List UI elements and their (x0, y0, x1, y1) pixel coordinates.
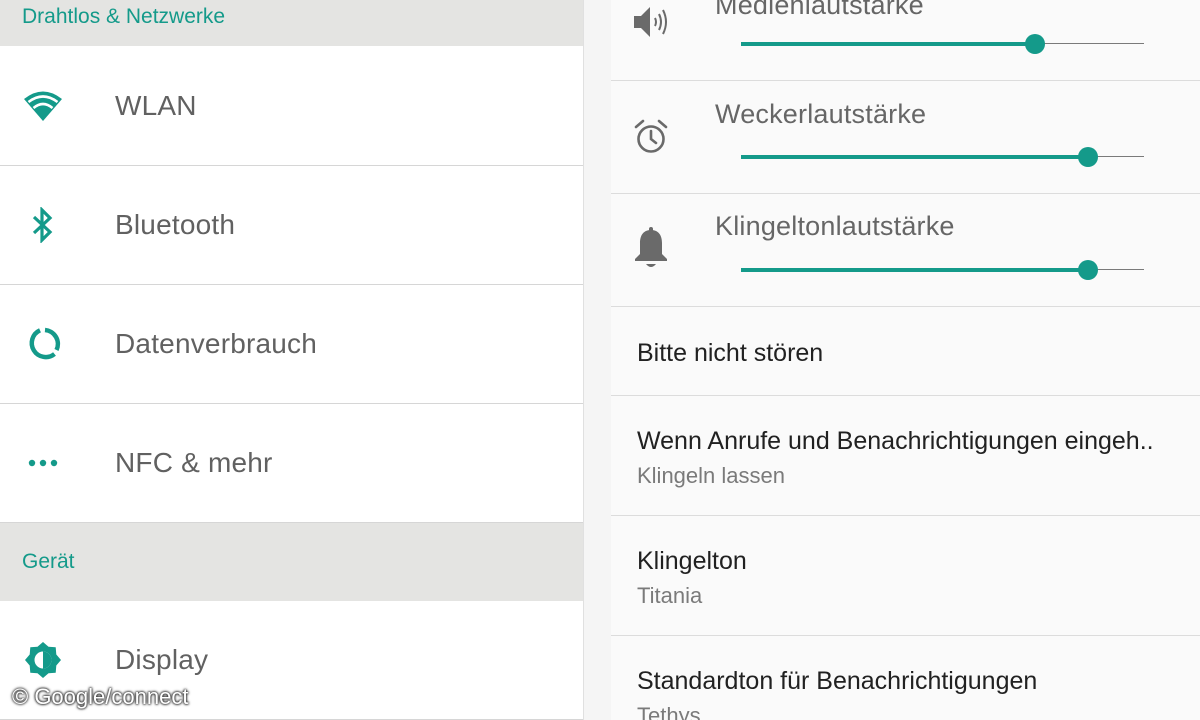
settings-item-bluetooth[interactable]: Bluetooth (0, 166, 583, 285)
section-header-label: Gerät (22, 550, 75, 573)
pref-do-not-disturb[interactable]: Bitte nicht stören (611, 307, 1200, 396)
settings-item-wlan[interactable]: WLAN (0, 47, 583, 166)
settings-item-label: Bluetooth (115, 209, 236, 240)
speaker-icon (629, 0, 673, 44)
sound-settings-pane: Medienlautstärke Weckerlautstärke Klinge… (611, 0, 1200, 720)
settings-list-pane: Drahtlos & Netzwerke WLAN Bluetooth Date… (0, 0, 583, 720)
volume-label: Medienlautstärke (715, 0, 924, 20)
pref-subtitle: Klingeln lassen (637, 463, 785, 488)
section-header-label: Drahtlos & Netzwerke (22, 5, 226, 28)
wifi-icon (22, 85, 64, 127)
slider-fill (741, 268, 1088, 272)
ringtone-volume-slider[interactable] (741, 260, 1144, 280)
slider-fill (741, 42, 1036, 46)
slider-thumb[interactable] (1077, 260, 1098, 280)
pane-divider (583, 0, 612, 720)
bluetooth-icon (22, 204, 64, 246)
data-usage-icon (22, 323, 64, 365)
pref-subtitle: Titania (637, 583, 703, 608)
volume-row-media: Medienlautstärke (611, 0, 1200, 81)
media-volume-slider[interactable] (741, 34, 1144, 54)
slider-thumb[interactable] (1025, 34, 1046, 54)
settings-item-label: Datenverbrauch (115, 328, 318, 359)
volume-row-alarm: Weckerlautstärke (611, 81, 1200, 194)
pref-title: Bitte nicht stören (637, 339, 824, 367)
pref-default-notification-sound[interactable]: Standardton für Benachrichtigungen Tethy… (611, 636, 1200, 720)
volume-row-ringtone: Klingeltonlautstärke (611, 194, 1200, 307)
settings-item-label: WLAN (115, 90, 197, 121)
section-header-device: Gerät (0, 523, 583, 601)
pref-ringtone[interactable]: Klingelton Titania (611, 516, 1200, 636)
pref-calls-notifications[interactable]: Wenn Anrufe und Benachrichtigungen einge… (611, 396, 1200, 516)
bell-icon (629, 226, 673, 270)
pref-title: Klingelton (637, 547, 747, 575)
brightness-icon (22, 639, 64, 681)
settings-item-nfc-more[interactable]: NFC & mehr (0, 404, 583, 523)
section-header-wireless: Drahtlos & Netzwerke (0, 0, 583, 46)
alarm-volume-slider[interactable] (741, 147, 1144, 167)
watermark: © Google/connect (12, 684, 189, 709)
volume-label: Klingeltonlautstärke (715, 211, 955, 241)
slider-fill (741, 155, 1088, 159)
settings-item-data-usage[interactable]: Datenverbrauch (0, 285, 583, 404)
alarm-clock-icon (629, 115, 673, 159)
pref-subtitle: Tethys (637, 703, 701, 720)
more-dots-icon (22, 442, 64, 484)
slider-thumb[interactable] (1077, 147, 1098, 167)
settings-item-label: Display (115, 644, 209, 675)
settings-item-label: NFC & mehr (115, 447, 273, 478)
volume-label: Weckerlautstärke (715, 99, 927, 129)
pref-title: Wenn Anrufe und Benachrichtigungen einge… (637, 427, 1154, 455)
pref-title: Standardton für Benachrichtigungen (637, 667, 1038, 695)
